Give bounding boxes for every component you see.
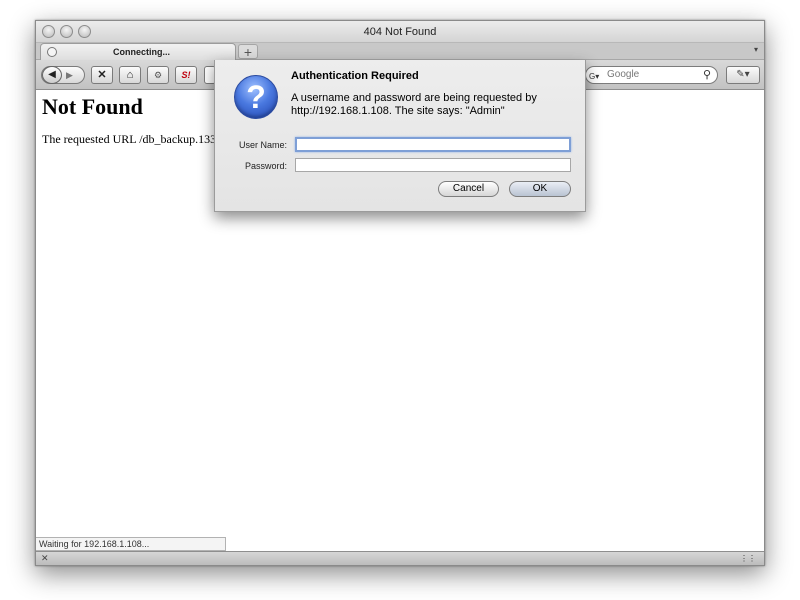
- window-title: 404 Not Found: [363, 26, 437, 38]
- password-input[interactable]: [295, 158, 571, 172]
- username-label: User Name:: [238, 140, 287, 150]
- addon-bar: ✕ ⋮⋮: [36, 551, 764, 565]
- back-arrow-icon[interactable]: ◀: [42, 66, 62, 84]
- resize-grip-icon[interactable]: ⋮⋮: [740, 553, 756, 564]
- back-forward-button[interactable]: ◀ ▶: [41, 66, 85, 84]
- new-tab-button[interactable]: +: [238, 44, 258, 59]
- username-input[interactable]: [295, 137, 571, 152]
- minimize-window-button[interactable]: [60, 25, 73, 38]
- tab-current[interactable]: Connecting...: [40, 43, 236, 60]
- question-icon: ?: [234, 75, 278, 119]
- search-field[interactable]: G▾ Google ⚲: [585, 66, 718, 84]
- loading-spinner-icon: [47, 47, 57, 57]
- authentication-dialog: ? Authentication Required A username and…: [214, 60, 586, 212]
- tab-label: Connecting...: [113, 47, 170, 57]
- status-bar: Waiting for 192.168.1.108...: [36, 537, 226, 551]
- extension-icon[interactable]: ⚙: [147, 66, 169, 84]
- page-body-text: The requested URL /db_backup.13312: [42, 132, 229, 146]
- pen-menu-icon[interactable]: ✎▾: [726, 66, 760, 84]
- password-label: Password:: [244, 161, 287, 171]
- search-icon[interactable]: ⚲: [703, 67, 711, 83]
- home-icon[interactable]: ⌂: [119, 66, 141, 84]
- tab-bar: Connecting... + ▾: [36, 43, 764, 60]
- google-engine-icon[interactable]: G▾: [589, 69, 603, 81]
- ok-button[interactable]: OK: [509, 181, 571, 197]
- zoom-window-button[interactable]: [78, 25, 91, 38]
- close-window-button[interactable]: [42, 25, 55, 38]
- search-placeholder: Google: [607, 69, 640, 80]
- dialog-title: Authentication Required: [291, 70, 419, 82]
- stumbleupon-icon[interactable]: S!: [175, 66, 197, 84]
- dialog-message: A username and password are being reques…: [291, 92, 537, 117]
- stop-icon[interactable]: ✕: [91, 66, 113, 84]
- close-addon-bar-icon[interactable]: ✕: [41, 553, 49, 564]
- tab-list-chevron-icon[interactable]: ▾: [754, 45, 758, 54]
- cancel-button[interactable]: Cancel: [438, 181, 499, 197]
- forward-arrow-icon[interactable]: ▶: [66, 67, 73, 83]
- title-bar: 404 Not Found: [36, 21, 764, 43]
- page-heading: Not Found: [42, 94, 143, 119]
